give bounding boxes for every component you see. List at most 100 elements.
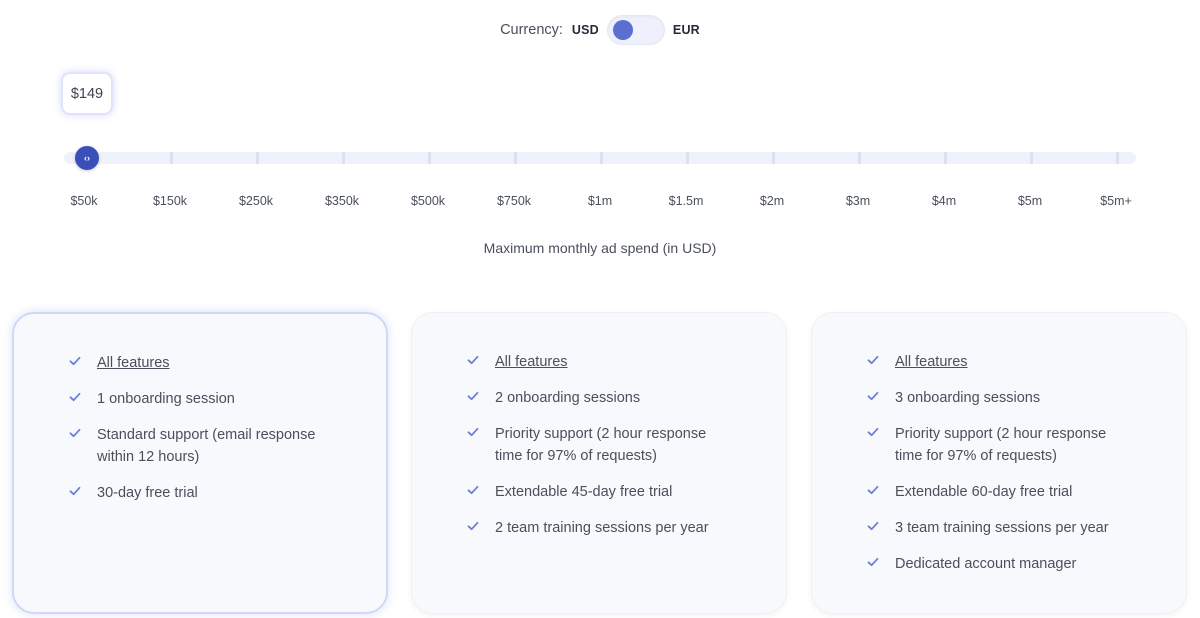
feature-line: Priority support (2 hour response <box>495 426 707 442</box>
slider-tick-label[interactable]: $1.5m <box>669 194 704 208</box>
feature-list: All features 3 onboarding sessions Priorit… <box>866 351 1146 589</box>
feature-item: All features <box>866 351 1146 373</box>
currency-toggle[interactable] <box>606 15 665 45</box>
slider-caption: Maximum monthly ad spend (in USD) <box>483 240 717 256</box>
plan-card[interactable]: All features 1 onboarding session Standard… <box>12 312 388 614</box>
feature-text: 30-day free trial <box>97 482 198 504</box>
check-icon <box>466 519 480 533</box>
feature-item: 2 onboarding sessions <box>466 387 746 409</box>
feature-line[interactable]: All features <box>495 351 568 373</box>
all-features-link[interactable]: All features <box>895 351 968 373</box>
feature-text: Dedicated account manager <box>895 553 1076 575</box>
slider-tick[interactable] <box>686 152 689 164</box>
feature-line: 2 team training sessions per year <box>495 520 709 536</box>
check-icon <box>866 389 880 403</box>
check-icon <box>866 519 880 533</box>
feature-text: 3 onboarding sessions <box>895 387 1040 409</box>
check-icon <box>68 354 82 368</box>
feature-text: Priority support (2 hour response time fo… <box>495 423 706 467</box>
feature-text: Extendable 45-day free trial <box>495 481 672 503</box>
slider-tick-label[interactable]: $5m <box>1018 194 1042 208</box>
feature-text: Standard support (email response within 1… <box>97 424 315 468</box>
currency-option-usd[interactable]: USD <box>572 23 599 37</box>
check-icon <box>466 389 480 403</box>
feature-item: Extendable 45-day free trial <box>466 481 746 503</box>
feature-line: Standard support (email response <box>97 427 316 443</box>
feature-line: 3 team training sessions per year <box>895 520 1109 536</box>
feature-line: 3 onboarding sessions <box>895 390 1041 406</box>
slider-tick[interactable] <box>1116 152 1119 164</box>
slider-tick-label[interactable]: $4m <box>932 194 956 208</box>
slider-tick-label[interactable]: $5m+ <box>1100 194 1132 208</box>
feature-item: Priority support (2 hour response time fo… <box>466 423 746 467</box>
currency-switch: Currency: USD EUR <box>0 15 1200 45</box>
slider-tick-label[interactable]: $500k <box>411 194 445 208</box>
feature-text: 3 team training sessions per year <box>895 517 1109 539</box>
slider-tick-label[interactable]: $1m <box>588 194 612 208</box>
feature-line: 1 onboarding session <box>97 391 235 407</box>
currency-option-eur[interactable]: EUR <box>673 23 700 37</box>
check-icon <box>68 390 82 404</box>
slider-tick[interactable] <box>428 152 431 164</box>
feature-item: 3 onboarding sessions <box>866 387 1146 409</box>
slider-tick[interactable] <box>170 152 173 164</box>
feature-text: 2 onboarding sessions <box>495 387 640 409</box>
check-icon <box>68 484 82 498</box>
feature-line: 30-day free trial <box>97 485 198 501</box>
slider-tick-label[interactable]: $250k <box>239 194 273 208</box>
slider-tick-label[interactable]: $150k <box>153 194 187 208</box>
feature-text: 1 onboarding session <box>97 388 235 410</box>
feature-line: 2 onboarding sessions <box>495 390 641 406</box>
check-icon <box>866 483 880 497</box>
feature-line[interactable]: All features <box>895 351 968 373</box>
price-display: $149 <box>61 72 113 115</box>
slider-tick[interactable] <box>1030 152 1033 164</box>
feature-line: Priority support (2 hour response <box>895 426 1107 442</box>
check-icon <box>866 425 880 439</box>
slider-tick[interactable] <box>342 152 345 164</box>
check-icon <box>866 353 880 367</box>
slider-tick[interactable] <box>256 152 259 164</box>
feature-line: Extendable 60-day free trial <box>895 484 1073 500</box>
slider-tick-label[interactable]: $3m <box>846 194 870 208</box>
slider-tick-label[interactable]: $350k <box>325 194 359 208</box>
slider-tick[interactable] <box>772 152 775 164</box>
slider-tick-label[interactable]: $2m <box>760 194 784 208</box>
feature-item: Standard support (email response within 1… <box>68 424 348 468</box>
slider-tick[interactable] <box>600 152 603 164</box>
feature-line: within 12 hours) <box>97 449 200 465</box>
feature-item: 1 onboarding session <box>68 388 348 410</box>
feature-line: Extendable 45-day free trial <box>495 484 673 500</box>
slider-tick[interactable] <box>944 152 947 164</box>
check-icon <box>866 555 880 569</box>
slider-tick-label[interactable]: $750k <box>497 194 531 208</box>
feature-item: Dedicated account manager <box>866 553 1146 575</box>
plan-card[interactable]: All features 2 onboarding sessions Priorit… <box>411 312 787 614</box>
check-icon <box>466 425 480 439</box>
all-features-link[interactable]: All features <box>495 351 568 373</box>
feature-line[interactable]: All features <box>97 352 170 374</box>
check-icon <box>466 353 480 367</box>
feature-item: Extendable 60-day free trial <box>866 481 1146 503</box>
plan-card[interactable]: All features 3 onboarding sessions Priorit… <box>811 312 1187 614</box>
check-icon <box>466 483 480 497</box>
feature-list: All features 1 onboarding session Standard… <box>68 352 348 518</box>
slider-tick[interactable] <box>858 152 861 164</box>
feature-line: time for 97% of requests) <box>895 448 1057 464</box>
feature-line: time for 97% of requests) <box>495 448 657 464</box>
slider-tick[interactable] <box>514 152 517 164</box>
feature-item: Priority support (2 hour response time fo… <box>866 423 1146 467</box>
feature-item: 2 team training sessions per year <box>466 517 746 539</box>
slider-tick-label[interactable]: $50k <box>70 194 97 208</box>
feature-item: All features <box>466 351 746 373</box>
currency-toggle-knob[interactable] <box>612 20 633 40</box>
check-icon <box>68 426 82 440</box>
feature-text: Priority support (2 hour response time fo… <box>895 423 1106 467</box>
feature-text: Extendable 60-day free trial <box>895 481 1072 503</box>
feature-item: 3 team training sessions per year <box>866 517 1146 539</box>
all-features-link[interactable]: All features <box>97 352 170 374</box>
feature-item: All features <box>68 352 348 374</box>
slider-handle-icon[interactable]: ‹› <box>75 146 99 170</box>
feature-line: Dedicated account manager <box>895 556 1077 572</box>
feature-list: All features 2 onboarding sessions Priorit… <box>466 351 746 553</box>
